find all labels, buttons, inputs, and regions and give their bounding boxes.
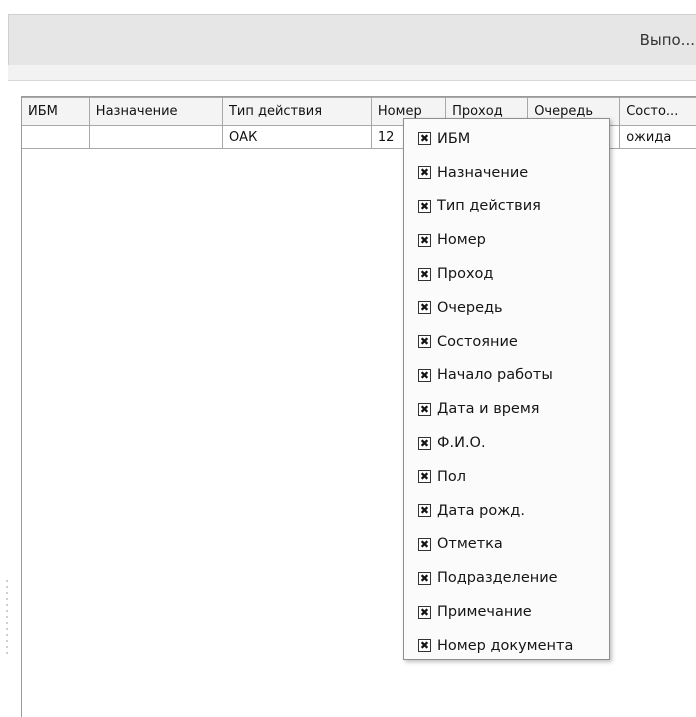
menu-item-department[interactable]: ✖ Подразделение — [404, 561, 609, 595]
menu-item-label: Отметка — [437, 536, 503, 553]
menu-item-number[interactable]: ✖ Номер — [404, 223, 609, 257]
window-title: Выпо... — [639, 31, 695, 49]
menu-item-label: Очередь — [437, 299, 503, 316]
checkbox-x-icon[interactable]: ✖ — [418, 639, 431, 653]
checkbox-x-icon[interactable]: ✖ — [418, 199, 431, 213]
menu-item-label: Начало работы — [437, 367, 553, 384]
checkbox-x-icon[interactable]: ✖ — [418, 537, 431, 551]
checkbox-x-icon[interactable]: ✖ — [418, 470, 431, 484]
menu-item-queue[interactable]: ✖ Очередь — [404, 291, 609, 325]
table-cell[interactable]: ожида — [619, 125, 696, 149]
checkbox-x-icon[interactable]: ✖ — [418, 233, 431, 247]
resize-handle[interactable] — [5, 580, 9, 660]
column-header-state[interactable]: Состо... — [619, 97, 696, 126]
menu-item-state[interactable]: ✖ Состояние — [404, 325, 609, 359]
checkbox-x-icon[interactable]: ✖ — [418, 402, 431, 416]
checkbox-x-icon[interactable]: ✖ — [418, 605, 431, 619]
menu-item-work-start[interactable]: ✖ Начало работы — [404, 359, 609, 393]
checkbox-x-icon[interactable]: ✖ — [418, 301, 431, 315]
checkbox-x-icon[interactable]: ✖ — [418, 132, 431, 146]
menu-item-label: Назначение — [437, 164, 529, 181]
checkbox-x-icon[interactable]: ✖ — [418, 504, 431, 518]
menu-item-label: Номер — [437, 232, 486, 249]
checkbox-x-icon[interactable]: ✖ — [418, 335, 431, 349]
menu-item-label: Номер документа — [437, 637, 574, 654]
menu-item-pass[interactable]: ✖ Проход — [404, 257, 609, 291]
menu-item-purpose[interactable]: ✖ Назначение — [404, 156, 609, 190]
checkbox-x-icon[interactable]: ✖ — [418, 368, 431, 382]
table-cell[interactable] — [22, 125, 90, 149]
menu-item-full-name[interactable]: ✖ Ф.И.О. — [404, 426, 609, 460]
menu-item-label: Дата рожд. — [437, 502, 525, 519]
table-cell[interactable] — [88, 125, 223, 149]
menu-item-document-number[interactable]: ✖ Номер документа — [404, 629, 609, 663]
column-visibility-menu: ✖ ИБМ ✖ Назначение ✖ Тип действия ✖ Номер ✖ П… — [403, 118, 610, 660]
menu-item-label: Тип действия — [437, 198, 541, 215]
column-header-action-type[interactable]: Тип действия — [221, 97, 372, 126]
toolbar-strip — [8, 65, 696, 81]
checkbox-x-icon[interactable]: ✖ — [418, 436, 431, 450]
menu-item-label: Дата и время — [437, 401, 540, 418]
checkbox-x-icon[interactable]: ✖ — [418, 267, 431, 281]
menu-item-note[interactable]: ✖ Примечание — [404, 595, 609, 629]
menu-item-birth-date[interactable]: ✖ Дата рожд. — [404, 494, 609, 528]
menu-item-label: Состояние — [437, 333, 518, 350]
menu-item-sex[interactable]: ✖ Пол — [404, 460, 609, 494]
menu-item-label: ИБМ — [437, 130, 471, 147]
menu-item-ibm[interactable]: ✖ ИБМ — [404, 122, 609, 156]
column-header-ibm[interactable]: ИБМ — [22, 97, 90, 126]
menu-item-mark[interactable]: ✖ Отметка — [404, 528, 609, 562]
table-cell[interactable]: ОАК — [221, 125, 372, 149]
menu-item-date-time[interactable]: ✖ Дата и время — [404, 392, 609, 426]
menu-item-action-type[interactable]: ✖ Тип действия — [404, 190, 609, 224]
window-header: Выпо... — [8, 14, 696, 66]
column-header-purpose[interactable]: Назначение — [88, 97, 223, 126]
checkbox-x-icon[interactable]: ✖ — [418, 166, 431, 180]
menu-item-label: Примечание — [437, 604, 532, 621]
menu-item-label: Подразделение — [437, 570, 558, 587]
checkbox-x-icon[interactable]: ✖ — [418, 571, 431, 585]
menu-item-label: Пол — [437, 468, 467, 485]
menu-item-label: Ф.И.О. — [437, 435, 486, 452]
menu-item-label: Проход — [437, 266, 494, 283]
